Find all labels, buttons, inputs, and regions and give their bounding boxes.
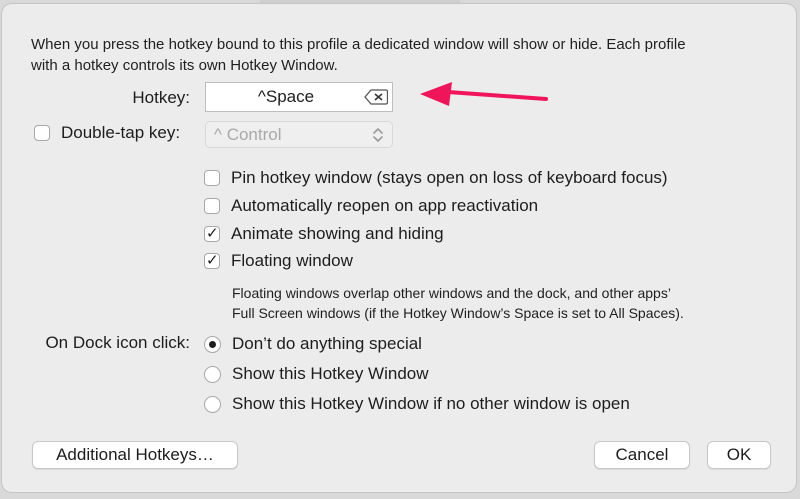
- option-pin-window[interactable]: Pin hotkey window (stays open on loss of…: [204, 168, 668, 188]
- double-tap-key-value: ^ Control: [214, 125, 282, 144]
- double-tap-key-select[interactable]: ^ Control: [205, 121, 393, 148]
- double-tap-label: Double-tap key:: [61, 123, 181, 142]
- option-floating[interactable]: ✓ Floating window: [204, 251, 353, 271]
- dock-choice-show-if-none[interactable]: Show this Hotkey Window if no other wind…: [204, 394, 630, 414]
- radio-nothing-special[interactable]: [204, 335, 221, 353]
- dock-choice-show[interactable]: Show this Hotkey Window: [204, 364, 429, 384]
- hotkey-window-dialog: When you press the hotkey bound to this …: [2, 4, 796, 492]
- option-animate[interactable]: ✓ Animate showing and hiding: [204, 224, 444, 244]
- animate-label: Animate showing and hiding: [231, 224, 444, 243]
- radio-dot-icon: [209, 340, 216, 348]
- annotation-arrow-icon: [420, 82, 548, 106]
- double-tap-row[interactable]: Double-tap key:: [34, 123, 180, 143]
- delete-backward-icon[interactable]: [364, 89, 389, 110]
- dock-choice-nothing[interactable]: Don’t do anything special: [204, 334, 422, 354]
- hotkey-label: Hotkey:: [132, 88, 190, 107]
- floating-window-note: Floating windows overlap other windows a…: [232, 283, 792, 323]
- pin-window-label: Pin hotkey window (stays open on loss of…: [231, 168, 668, 187]
- intro-line-1: When you press the hotkey bound to this …: [31, 36, 686, 53]
- dock-click-label: On Dock icon click:: [45, 333, 190, 352]
- hotkey-recorder-field[interactable]: ^Space: [205, 82, 393, 112]
- additional-hotkeys-button[interactable]: Additional Hotkeys…: [32, 441, 238, 469]
- radio-show-if-no-window[interactable]: [204, 395, 221, 413]
- cancel-button[interactable]: Cancel: [594, 441, 690, 469]
- radio-show-hotkey-window[interactable]: [204, 365, 221, 383]
- ok-button[interactable]: OK: [707, 441, 771, 469]
- auto-reopen-checkbox[interactable]: [204, 198, 220, 214]
- option-auto-reopen[interactable]: Automatically reopen on app reactivation: [204, 196, 538, 216]
- floating-note-line-2: Full Screen windows (if the Hotkey Windo…: [232, 305, 684, 321]
- pin-window-checkbox[interactable]: [204, 170, 220, 186]
- dock-choice-nothing-label: Don’t do anything special: [232, 334, 422, 353]
- intro-text: When you press the hotkey bound to this …: [31, 34, 791, 76]
- double-tap-checkbox[interactable]: [34, 125, 50, 141]
- floating-label: Floating window: [231, 251, 353, 270]
- animate-checkbox[interactable]: ✓: [204, 225, 220, 242]
- dock-choice-show-if-none-label: Show this Hotkey Window if no other wind…: [232, 394, 630, 413]
- auto-reopen-label: Automatically reopen on app reactivation: [231, 196, 539, 215]
- intro-line-2: with a hotkey controls its own Hotkey Wi…: [31, 57, 338, 74]
- up-down-chevron-icon: [372, 126, 384, 149]
- checkmark-icon: ✓: [206, 225, 219, 242]
- dock-choice-show-label: Show this Hotkey Window: [232, 364, 429, 383]
- checkmark-icon: ✓: [206, 252, 219, 269]
- floating-checkbox[interactable]: ✓: [204, 252, 220, 269]
- floating-note-line-1: Floating windows overlap other windows a…: [232, 285, 671, 301]
- hotkey-value: ^Space: [257, 87, 315, 106]
